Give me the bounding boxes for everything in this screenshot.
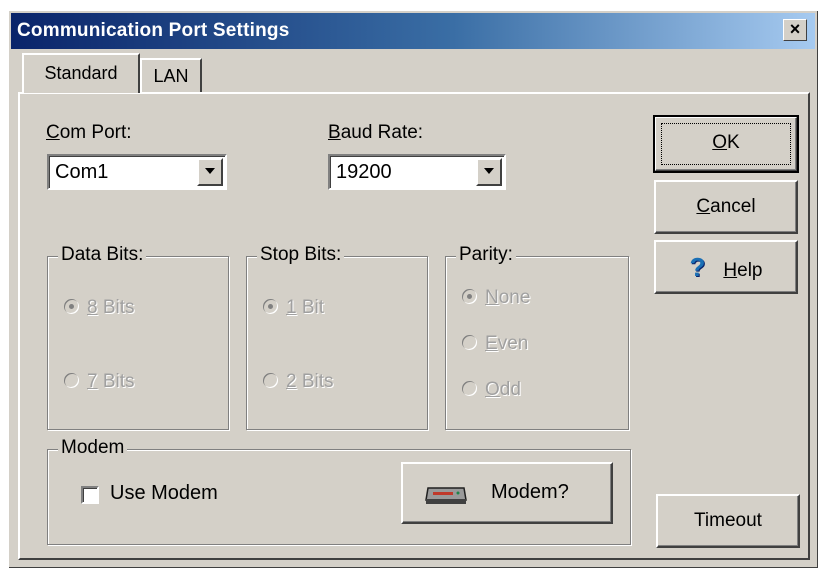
radio-selected-icon bbox=[263, 299, 278, 314]
tab-panel-standard: Com Port: Com1 Baud Rate: 19200 Data Bit… bbox=[18, 92, 810, 560]
radio-parity-even[interactable]: Even bbox=[462, 333, 528, 355]
modem-title: Modem bbox=[58, 437, 128, 459]
radio-unselected-icon bbox=[462, 381, 477, 396]
parity-title: Parity: bbox=[456, 244, 516, 266]
modem-test-button[interactable]: Modem? bbox=[401, 462, 613, 524]
radio-parity-odd[interactable]: Odd bbox=[462, 379, 521, 401]
com-port-select[interactable]: Com1 bbox=[47, 154, 227, 190]
help-button[interactable]: ? Help bbox=[654, 240, 798, 294]
radio-7-bits[interactable]: 7 Bits bbox=[64, 371, 135, 393]
ok-button[interactable]: OK bbox=[653, 115, 799, 173]
window-title: Communication Port Settings bbox=[17, 20, 290, 41]
radio-unselected-icon bbox=[263, 373, 278, 388]
radio-8-bits[interactable]: 8 Bits bbox=[64, 297, 135, 319]
baud-rate-value: 19200 bbox=[336, 161, 392, 183]
use-modem-checkbox[interactable] bbox=[81, 486, 99, 504]
help-icon: ? bbox=[689, 252, 706, 282]
timeout-button[interactable]: Timeout bbox=[656, 494, 800, 548]
modem-button-label: Modem? bbox=[491, 481, 569, 503]
parity-group: Parity: None Even Odd bbox=[445, 244, 629, 430]
tab-lan[interactable]: LAN bbox=[140, 58, 202, 92]
data-bits-title: Data Bits: bbox=[58, 244, 147, 266]
com-port-label: Com Port: bbox=[46, 122, 132, 143]
modem-group: Modem Use Modem Modem? bbox=[47, 437, 631, 545]
title-bar[interactable]: Communication Port Settings × bbox=[11, 13, 815, 49]
baud-rate-dropdown-button[interactable] bbox=[476, 158, 502, 186]
radio-selected-icon bbox=[64, 299, 79, 314]
baud-rate-label: Baud Rate: bbox=[328, 122, 424, 143]
com-port-value: Com1 bbox=[55, 161, 109, 183]
focus-rect bbox=[661, 123, 791, 165]
radio-parity-none[interactable]: None bbox=[462, 287, 530, 309]
radio-2-bits[interactable]: 2 Bits bbox=[263, 371, 334, 393]
radio-unselected-icon bbox=[462, 335, 477, 350]
tab-standard[interactable]: Standard bbox=[22, 53, 140, 93]
use-modem-label: Use Modem bbox=[110, 482, 218, 504]
chevron-down-icon bbox=[205, 168, 215, 174]
radio-1-bit[interactable]: 1 Bit bbox=[263, 297, 324, 319]
cancel-button[interactable]: Cancel bbox=[654, 180, 798, 234]
close-button[interactable]: × bbox=[783, 19, 807, 41]
stop-bits-title: Stop Bits: bbox=[257, 244, 345, 266]
stop-bits-group: Stop Bits: 1 Bit 2 Bits bbox=[246, 244, 428, 430]
radio-unselected-icon bbox=[64, 373, 79, 388]
radio-selected-icon bbox=[462, 289, 477, 304]
com-port-dropdown-button[interactable] bbox=[197, 158, 223, 186]
baud-rate-select[interactable]: 19200 bbox=[328, 154, 506, 190]
chevron-down-icon bbox=[484, 168, 494, 174]
dialog-window: Communication Port Settings × Standard L… bbox=[8, 10, 818, 568]
data-bits-group: Data Bits: 8 Bits 7 Bits bbox=[47, 244, 229, 430]
modem-icon bbox=[425, 487, 467, 504]
